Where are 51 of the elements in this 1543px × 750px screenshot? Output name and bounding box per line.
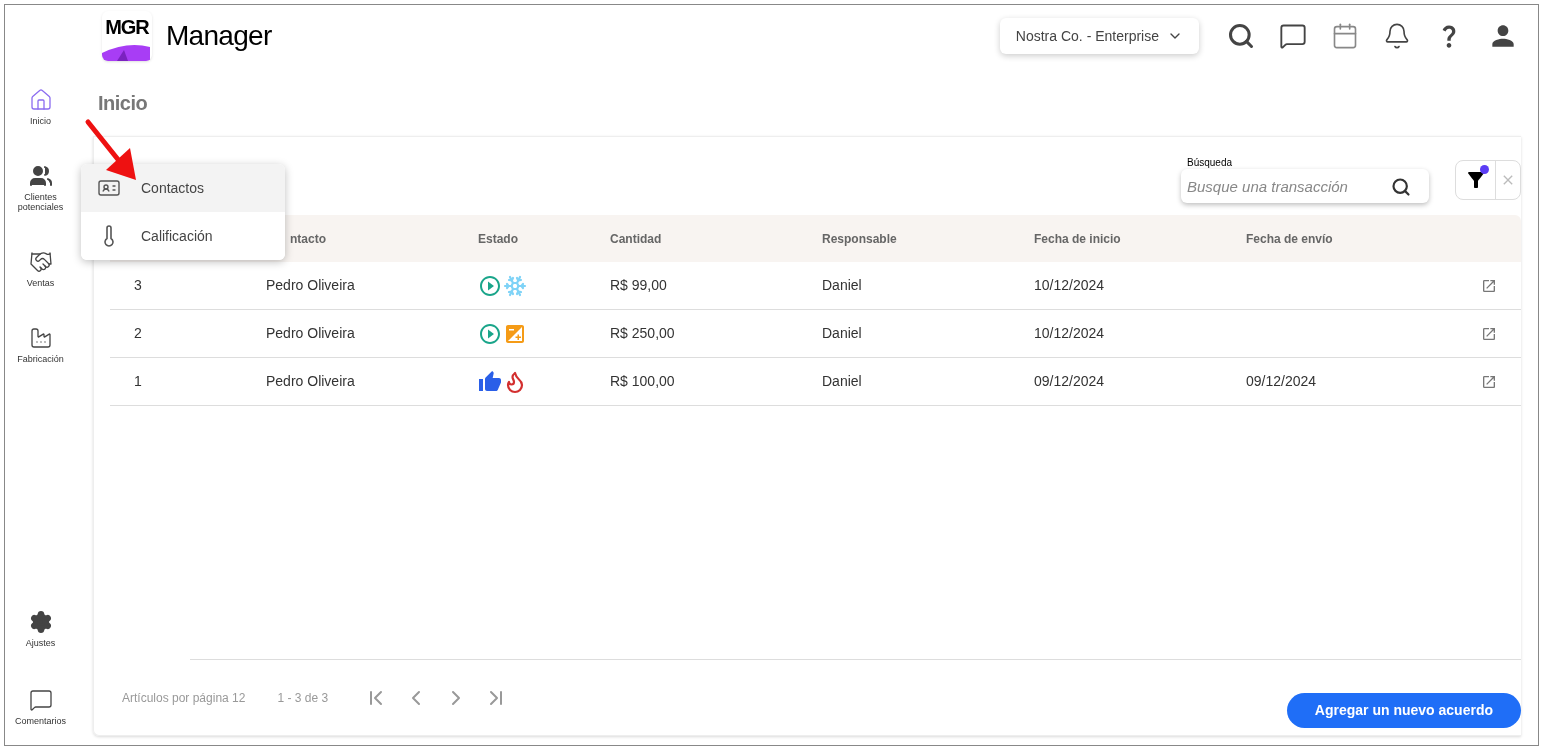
snowflake-icon xyxy=(503,273,527,298)
table-cell: 10/12/2024 xyxy=(1034,277,1105,293)
column-header: Cantidad xyxy=(610,231,662,246)
page-title: Inicio xyxy=(98,91,149,116)
calendar-icon[interactable] xyxy=(1331,22,1359,50)
app-name: Manager xyxy=(166,19,272,53)
table-cell: Pedro Oliveira xyxy=(266,373,355,389)
add-deal-button[interactable]: Agregar un nuevo acuerdo xyxy=(1286,693,1521,728)
search-field[interactable]: Busque una transacción xyxy=(1181,169,1429,203)
play-icon xyxy=(478,321,502,346)
menu-item[interactable]: Calificación xyxy=(81,212,285,260)
search-icon[interactable] xyxy=(1227,22,1255,50)
table-cell: 1 xyxy=(134,373,142,389)
search-icon xyxy=(1391,177,1411,197)
table-cell: Pedro Oliveira xyxy=(266,325,355,341)
column-header: Fecha de envío xyxy=(1246,231,1333,246)
table-cell: Daniel xyxy=(822,277,862,293)
table-cell: R$ 99,00 xyxy=(610,277,667,293)
app-logo: MGR xyxy=(102,11,152,61)
sidebar-item[interactable]: Ventas xyxy=(0,250,81,288)
thumbs-up-icon xyxy=(478,369,502,394)
company-selector[interactable]: Nostra Co. - Enterprise xyxy=(999,18,1199,54)
sidebar-item[interactable]: Comentarios xyxy=(0,688,81,726)
table-cell: R$ 100,00 xyxy=(610,373,675,389)
chat-icon[interactable] xyxy=(1279,22,1307,50)
table-cell: 09/12/2024 xyxy=(1034,373,1105,389)
sidebar-item[interactable]: Ajustes xyxy=(0,610,81,648)
table-cell: Daniel xyxy=(822,373,862,389)
notifications-icon[interactable] xyxy=(1383,22,1411,50)
table-cell: 2 xyxy=(134,325,142,341)
table-cell: Daniel xyxy=(822,325,862,341)
column-header: Fecha de inicio xyxy=(1034,231,1121,246)
table-cell: 10/12/2024 xyxy=(1034,325,1105,341)
sidebar-item[interactable]: Clientes potenciales xyxy=(0,164,81,212)
table-cell: 09/12/2024 xyxy=(1246,373,1317,389)
sidebar-item[interactable]: Inicio xyxy=(0,88,81,126)
open-external-icon[interactable] xyxy=(1481,325,1497,342)
column-header: Estado xyxy=(478,231,518,246)
column-header: ntacto xyxy=(290,231,326,246)
table-cell: Pedro Oliveira xyxy=(266,277,355,293)
sidebar-item[interactable]: Fabricación xyxy=(0,326,81,364)
page-range: 1 - 3 de 3 xyxy=(277,689,329,707)
play-icon xyxy=(478,273,502,298)
items-per-page: Artículos por página 12 xyxy=(122,689,246,707)
column-header: Responsable xyxy=(822,231,897,246)
menu-item[interactable]: Contactos xyxy=(81,164,285,212)
search-label: Búsqueda xyxy=(1187,157,1234,169)
open-external-icon[interactable] xyxy=(1481,277,1497,294)
open-external-icon[interactable] xyxy=(1481,373,1497,390)
table-cell: 3 xyxy=(134,277,142,293)
table-cell: R$ 250,00 xyxy=(610,325,675,341)
